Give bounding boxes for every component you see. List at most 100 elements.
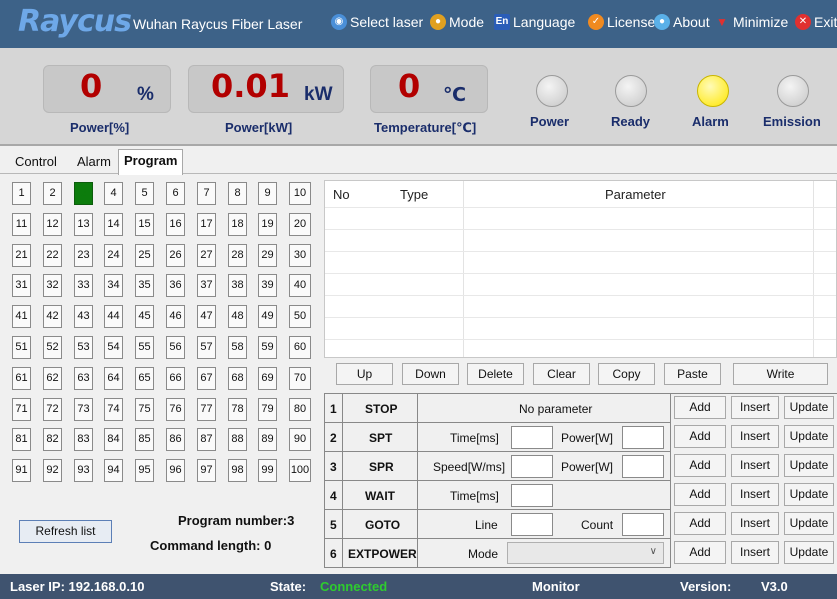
menu-select-laser[interactable]: ◉ Select laser [331, 14, 423, 30]
goto-line-input[interactable] [511, 513, 553, 536]
program-slot-button[interactable]: 81 [12, 428, 31, 451]
program-slot-button[interactable]: 1 [12, 182, 31, 205]
program-slot-button[interactable]: 55 [135, 336, 154, 359]
insert-button[interactable]: Insert [731, 512, 779, 535]
program-slot-button[interactable]: 27 [197, 244, 216, 267]
program-slot-button[interactable]: 13 [74, 213, 93, 236]
program-slot-button[interactable]: 66 [166, 367, 185, 390]
program-slot-button[interactable]: 28 [228, 244, 247, 267]
program-slot-button[interactable]: 36 [166, 274, 185, 297]
program-slot-button[interactable]: 92 [43, 459, 62, 482]
program-slot-button[interactable]: 29 [258, 244, 277, 267]
program-slot-button[interactable]: 26 [166, 244, 185, 267]
program-slot-button[interactable]: 14 [104, 213, 123, 236]
program-slot-button[interactable]: 87 [197, 428, 216, 451]
program-slot-button[interactable]: 6 [166, 182, 185, 205]
spt-power-input[interactable] [622, 426, 664, 449]
program-slot-button[interactable]: 8 [228, 182, 247, 205]
program-slot-button[interactable]: 76 [166, 398, 185, 421]
insert-button[interactable]: Insert [731, 396, 779, 419]
program-slot-button[interactable]: 4 [104, 182, 123, 205]
program-slot-button[interactable]: 68 [228, 367, 247, 390]
program-slot-button[interactable]: 100 [289, 459, 311, 482]
program-slot-button[interactable]: 20 [289, 213, 311, 236]
program-slot-button[interactable]: 67 [197, 367, 216, 390]
tab-alarm[interactable]: Alarm [74, 152, 114, 174]
program-slot-button[interactable]: 35 [135, 274, 154, 297]
add-button[interactable]: Add [674, 396, 726, 419]
program-slot-button[interactable]: 84 [104, 428, 123, 451]
tab-program[interactable]: Program [118, 149, 184, 175]
insert-button[interactable]: Insert [731, 454, 779, 477]
add-button[interactable]: Add [674, 512, 726, 535]
program-slot-button[interactable]: 54 [104, 336, 123, 359]
add-button[interactable]: Add [674, 541, 726, 564]
menu-minimize[interactable]: ▼ Minimize [714, 14, 788, 30]
program-slot-button[interactable]: 49 [258, 305, 277, 328]
program-slot-button[interactable]: 22 [43, 244, 62, 267]
program-slot-button[interactable]: 21 [12, 244, 31, 267]
program-slot-button[interactable]: 47 [197, 305, 216, 328]
update-button[interactable]: Update [784, 483, 834, 506]
update-button[interactable]: Update [784, 425, 834, 448]
program-slot-button[interactable]: 75 [135, 398, 154, 421]
program-slot-button[interactable]: 99 [258, 459, 277, 482]
program-slot-button[interactable]: 46 [166, 305, 185, 328]
program-slot-button[interactable]: 86 [166, 428, 185, 451]
extpower-mode-select[interactable]: ∨ [507, 542, 664, 564]
program-slot-button[interactable]: 94 [104, 459, 123, 482]
program-slot-button[interactable]: 59 [258, 336, 277, 359]
refresh-list-button[interactable]: Refresh list [19, 520, 112, 543]
program-slot-button[interactable]: 73 [74, 398, 93, 421]
program-slot-button[interactable]: 19 [258, 213, 277, 236]
program-slot-button[interactable]: 95 [135, 459, 154, 482]
program-slot-button[interactable]: 53 [74, 336, 93, 359]
program-slot-button[interactable]: 11 [12, 213, 31, 236]
program-slot-button[interactable]: 30 [289, 244, 311, 267]
program-slot-button[interactable]: 96 [166, 459, 185, 482]
program-slot-button[interactable]: 37 [197, 274, 216, 297]
insert-button[interactable]: Insert [731, 425, 779, 448]
insert-button[interactable]: Insert [731, 483, 779, 506]
program-slot-button[interactable]: 70 [289, 367, 311, 390]
program-slot-button[interactable]: 18 [228, 213, 247, 236]
program-slot-button[interactable]: 43 [74, 305, 93, 328]
program-slot-button[interactable]: 25 [135, 244, 154, 267]
update-button[interactable]: Update [784, 541, 834, 564]
menu-mode[interactable]: ● Mode [430, 14, 484, 30]
program-slot-button[interactable]: 10 [289, 182, 311, 205]
program-slot-button[interactable]: 7 [197, 182, 216, 205]
program-slot-button[interactable]: 33 [74, 274, 93, 297]
program-slot-button[interactable]: 17 [197, 213, 216, 236]
program-slot-button[interactable]: 31 [12, 274, 31, 297]
menu-exit[interactable]: ✕ Exit [795, 14, 837, 30]
program-slot-button[interactable]: 32 [43, 274, 62, 297]
program-slot-button[interactable]: 23 [74, 244, 93, 267]
clear-button[interactable]: Clear [533, 363, 590, 385]
program-slot-button[interactable]: 65 [135, 367, 154, 390]
program-slot-button[interactable]: 62 [43, 367, 62, 390]
add-button[interactable]: Add [674, 483, 726, 506]
program-slot-button[interactable]: 79 [258, 398, 277, 421]
program-slot-button[interactable]: 74 [104, 398, 123, 421]
program-slot-button[interactable]: 61 [12, 367, 31, 390]
insert-button[interactable]: Insert [731, 541, 779, 564]
tab-control[interactable]: Control [12, 152, 60, 174]
wait-time-input[interactable] [511, 484, 553, 507]
update-button[interactable]: Update [784, 512, 834, 535]
program-slot-button[interactable]: 83 [74, 428, 93, 451]
program-slot-button[interactable]: 63 [74, 367, 93, 390]
program-slot-button[interactable]: 77 [197, 398, 216, 421]
program-slot-button[interactable]: 82 [43, 428, 62, 451]
add-button[interactable]: Add [674, 425, 726, 448]
program-slot-button[interactable]: 98 [228, 459, 247, 482]
program-slot-button[interactable]: 24 [104, 244, 123, 267]
program-slot-button[interactable]: 39 [258, 274, 277, 297]
program-slot-button[interactable]: 71 [12, 398, 31, 421]
program-slot-button[interactable]: 15 [135, 213, 154, 236]
program-slot-button[interactable]: 91 [12, 459, 31, 482]
program-slot-button[interactable]: 5 [135, 182, 154, 205]
program-slot-button[interactable]: 64 [104, 367, 123, 390]
down-button[interactable]: Down [402, 363, 459, 385]
command-list[interactable]: No Type Parameter [324, 180, 837, 358]
